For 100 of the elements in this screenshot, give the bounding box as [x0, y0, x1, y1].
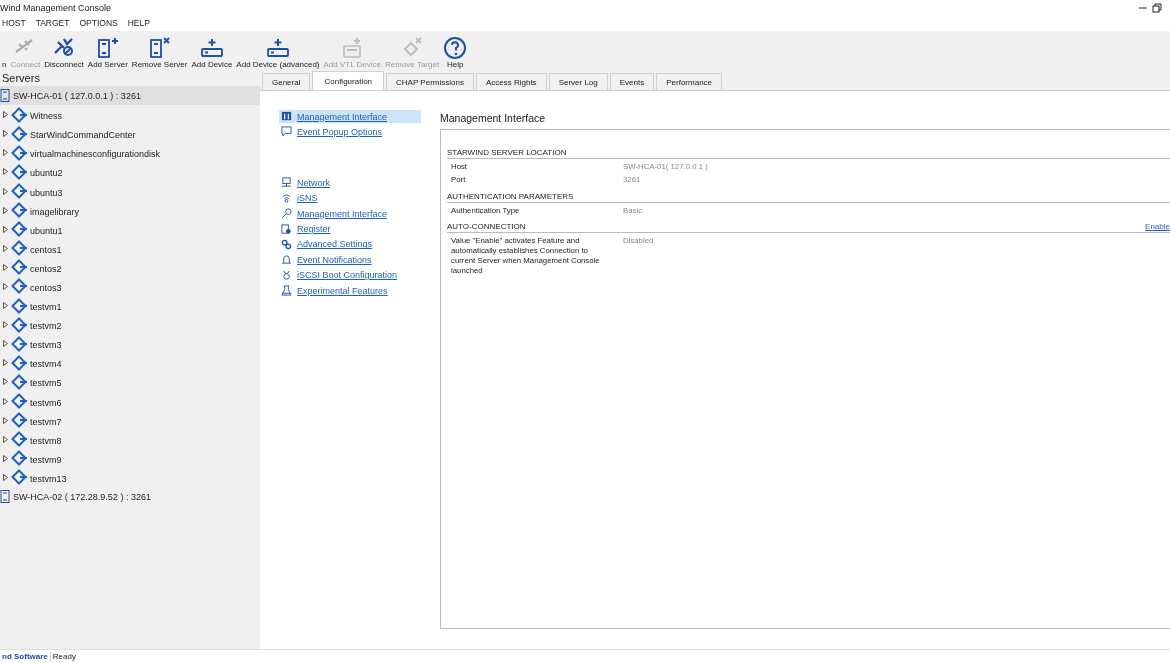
toolbar-button[interactable]: Disconnect — [42, 36, 86, 69]
expand-arrow-icon[interactable] — [3, 225, 8, 233]
expand-arrow-icon[interactable] — [3, 149, 8, 157]
device-item[interactable]: Witness — [0, 105, 260, 125]
status-text: nd Software — [0, 652, 51, 661]
enable-link[interactable]: Enable — [1145, 222, 1170, 232]
settings-link[interactable]: iSNS — [279, 191, 421, 205]
settings-link[interactable]: Network — [279, 176, 421, 190]
expand-arrow-icon[interactable] — [3, 302, 8, 310]
tab[interactable]: Server Log — [548, 73, 608, 90]
expand-arrow-icon[interactable] — [3, 359, 8, 367]
menu-item[interactable]: TARGET — [35, 18, 70, 29]
remove-server-icon — [147, 36, 172, 60]
target-icon — [11, 259, 27, 276]
target-icon — [11, 163, 27, 180]
computer-icon — [281, 177, 292, 189]
expand-arrow-icon[interactable] — [3, 454, 8, 462]
target-icon — [11, 278, 27, 295]
expand-arrow-icon[interactable] — [3, 283, 8, 290]
expand-arrow-icon[interactable] — [3, 168, 8, 176]
device-item[interactable]: centos1 — [0, 238, 260, 258]
device-item[interactable]: testvm7 — [0, 410, 260, 430]
device-item[interactable]: imagelibrary — [0, 200, 260, 220]
target-icon — [11, 125, 27, 142]
device-item[interactable]: centos2 — [0, 257, 260, 277]
settings-link[interactable]: Register — [279, 222, 421, 236]
device-item[interactable]: testvm9 — [0, 448, 260, 468]
device-item[interactable]: testvm2 — [0, 315, 260, 335]
device-item[interactable]: ubuntu2 — [0, 162, 260, 182]
target-icon — [11, 106, 27, 123]
target-icon — [11, 431, 27, 448]
expand-arrow-icon[interactable] — [3, 130, 8, 138]
tools-icon — [281, 111, 292, 122]
target-icon — [11, 354, 27, 371]
toolbar-button[interactable]: Help — [441, 36, 470, 69]
settings-link[interactable]: iSCSI Boot Configuration — [279, 268, 421, 282]
toolbar-button[interactable]: Add Device — [189, 36, 235, 69]
target-icon — [11, 412, 27, 429]
settings-link[interactable]: Event Notifications — [279, 253, 421, 267]
tab[interactable]: Performance — [656, 73, 723, 90]
expand-arrow-icon[interactable] — [3, 340, 8, 348]
server-item[interactable]: SW-HCA-02 ( 172.28.9.52 ) : 3261 — [0, 486, 260, 507]
speech-bubble-icon — [281, 126, 292, 138]
expand-arrow-icon[interactable] — [3, 397, 8, 405]
window-title: Wind Management Console — [0, 2, 112, 13]
tab[interactable]: Access Rights — [475, 73, 547, 90]
settings-link[interactable]: Event Popup Options — [279, 125, 421, 139]
menu-item[interactable]: HELP — [127, 18, 150, 29]
expand-arrow-icon[interactable] — [3, 263, 8, 271]
settings-link[interactable]: Experimental Features — [279, 284, 421, 298]
expand-arrow-icon[interactable] — [3, 416, 8, 424]
expand-arrow-icon[interactable] — [3, 111, 8, 119]
device-item[interactable]: ubuntu1 — [0, 219, 260, 239]
status-text: Ready — [51, 652, 77, 661]
device-item[interactable]: testvm13 — [0, 467, 260, 487]
device-item[interactable]: testvm8 — [0, 429, 260, 449]
expand-arrow-icon[interactable] — [3, 321, 8, 329]
device-item[interactable]: testvm3 — [0, 334, 260, 354]
expand-arrow-icon[interactable] — [3, 244, 8, 252]
target-icon — [11, 240, 27, 257]
settings-link[interactable]: Advanced Settings — [279, 237, 421, 251]
flask-icon — [281, 285, 292, 297]
document-icon — [281, 223, 292, 235]
device-item[interactable]: centos3 — [0, 276, 260, 297]
tab[interactable]: Events — [609, 73, 655, 90]
toolbar-button[interactable]: Add Server — [85, 36, 130, 69]
settings-link[interactable]: Management Interface — [279, 207, 421, 221]
target-icon — [11, 469, 27, 486]
expand-arrow-icon[interactable] — [3, 473, 8, 481]
settings-link[interactable]: Management Interface — [279, 110, 421, 123]
expand-arrow-icon[interactable] — [3, 187, 8, 195]
target-icon — [11, 450, 27, 467]
signal-icon — [281, 192, 292, 204]
device-item[interactable]: testvm5 — [0, 372, 260, 392]
section-title: Management Interface — [440, 111, 547, 126]
expand-arrow-icon[interactable] — [3, 206, 8, 214]
target-icon — [11, 144, 27, 161]
device-item[interactable]: testvm1 — [0, 296, 260, 316]
menu-item[interactable]: OPTIONS — [79, 18, 118, 29]
group-heading: AUTO-CONNECTION — [447, 222, 526, 232]
target-icon — [11, 202, 27, 219]
device-item[interactable]: virtualmachinesconfigurationdisk — [0, 143, 260, 163]
panel-title: Servers — [1, 71, 41, 86]
device-item[interactable]: testvm6 — [0, 391, 260, 411]
toolbar-button[interactable]: n — [0, 60, 9, 69]
device-item[interactable]: testvm4 — [0, 353, 260, 373]
tab[interactable]: CHAP Permissions — [386, 73, 474, 90]
toolbar-button[interactable]: Add Device (advanced) — [234, 36, 322, 69]
expand-arrow-icon[interactable] — [3, 378, 8, 386]
target-icon — [11, 335, 27, 352]
server-item[interactable]: SW-HCA-01 ( 127.0.0.1 ) : 3261 — [0, 86, 260, 106]
expand-arrow-icon[interactable] — [3, 435, 8, 443]
toolbar-button[interactable]: Remove Server — [129, 36, 190, 69]
add-device-icon — [265, 36, 290, 60]
device-item[interactable]: StarWindCommandCenter — [0, 124, 260, 144]
tab[interactable]: General — [262, 73, 311, 90]
menu-item[interactable]: HOST — [2, 18, 26, 29]
device-item[interactable]: ubuntu3 — [0, 181, 260, 201]
restore-icon[interactable] — [1152, 2, 1162, 13]
tab[interactable]: Configuration — [312, 71, 385, 91]
